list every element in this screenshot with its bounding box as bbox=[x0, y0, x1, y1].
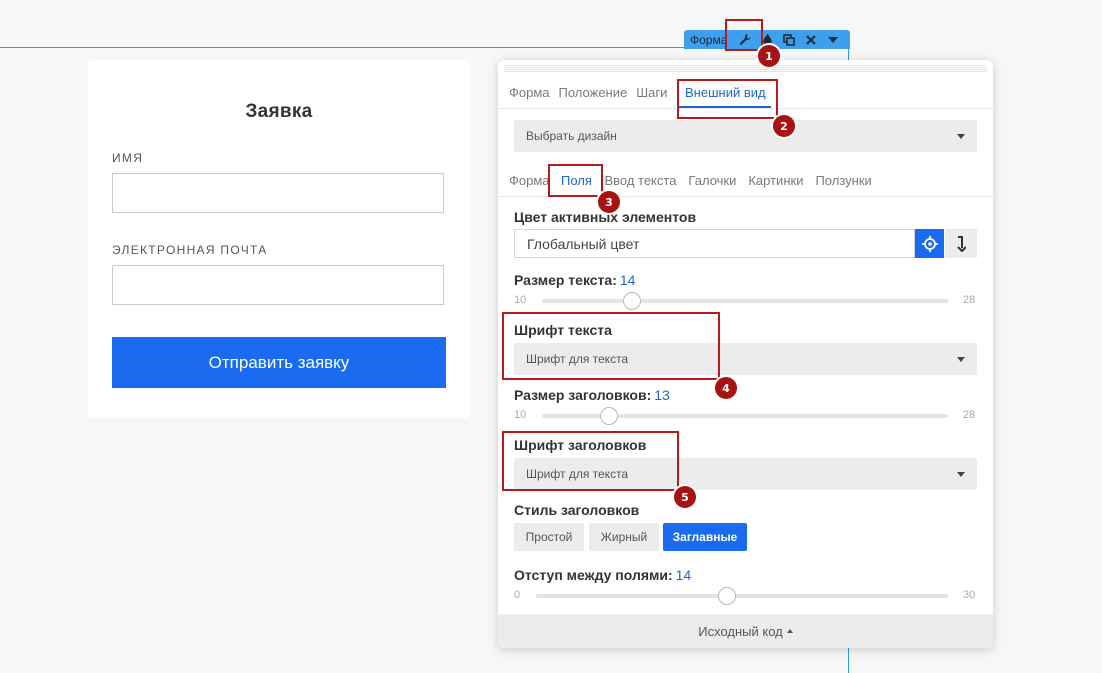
field-gap-value: 14 bbox=[675, 567, 692, 583]
text-font-value: Шрифт для текста bbox=[526, 352, 629, 366]
subtab-images[interactable]: Картинки bbox=[748, 173, 803, 188]
heading-font-select[interactable]: Шрифт для текста bbox=[514, 458, 977, 490]
text-size-slider-track[interactable] bbox=[542, 299, 948, 303]
subtab-fields[interactable]: Поля bbox=[561, 173, 592, 188]
text-size-label: Размер текста: 14 bbox=[514, 272, 636, 288]
heading-size-value: 13 bbox=[654, 387, 670, 403]
toolbar-label[interactable]: Форма bbox=[684, 33, 734, 47]
copy-icon[interactable] bbox=[778, 30, 800, 49]
subtab-checkboxes[interactable]: Галочки bbox=[688, 173, 736, 188]
name-input[interactable] bbox=[112, 173, 444, 213]
form-card: Заявка ИМЯ ЭЛЕКТРОННАЯ ПОЧТА Отправить з… bbox=[88, 60, 470, 418]
text-font-select[interactable]: Шрифт для текста bbox=[514, 343, 977, 375]
heading-font-value: Шрифт для текста bbox=[526, 467, 629, 481]
crosshair-icon bbox=[921, 235, 938, 252]
color-picker-button[interactable] bbox=[915, 229, 944, 258]
subtab-sliders[interactable]: Ползунки bbox=[815, 173, 871, 188]
heading-size-max: 28 bbox=[963, 409, 976, 421]
annotation-badge: 4 bbox=[715, 377, 737, 399]
submit-button[interactable]: Отправить заявку bbox=[112, 337, 446, 388]
divider bbox=[498, 196, 993, 197]
annotation-badge: 3 bbox=[598, 191, 620, 213]
wrench-icon[interactable] bbox=[734, 30, 756, 49]
heading-font-label: Шрифт заголовков bbox=[514, 437, 647, 453]
tab-form[interactable]: Форма bbox=[509, 85, 550, 100]
heading-style-plain[interactable]: Простой bbox=[514, 523, 584, 551]
caret-up-icon bbox=[786, 628, 793, 633]
main-tabs: Форма Положение Шаги bbox=[509, 85, 676, 100]
text-font-label: Шрифт текста bbox=[514, 322, 612, 338]
design-select[interactable]: Выбрать дизайн bbox=[514, 120, 977, 152]
heading-style-label: Стиль заголовков bbox=[514, 502, 640, 518]
close-icon[interactable] bbox=[800, 30, 822, 49]
field-gap-slider-thumb[interactable] bbox=[718, 587, 736, 605]
tab-position[interactable]: Положение bbox=[559, 85, 628, 100]
name-label: ИМЯ bbox=[112, 151, 144, 165]
subtab-form[interactable]: Форма bbox=[509, 173, 550, 188]
caret-down-icon bbox=[957, 472, 965, 477]
annotation-badge: 2 bbox=[773, 115, 795, 137]
form-title: Заявка bbox=[245, 101, 313, 122]
caret-down-icon bbox=[957, 357, 965, 362]
drag-handle[interactable] bbox=[504, 64, 987, 73]
caret-down-icon bbox=[957, 134, 965, 139]
active-color-value: Глобальный цвет bbox=[527, 235, 640, 252]
tab-appearance[interactable]: Внешний вид bbox=[685, 85, 766, 100]
text-size-min: 10 bbox=[514, 294, 527, 306]
field-gap-max: 30 bbox=[963, 589, 976, 601]
chevron-down-icon[interactable] bbox=[822, 30, 844, 49]
heading-style-uppercase[interactable]: Заглавные bbox=[663, 523, 747, 551]
annotation-badge: 1 bbox=[758, 45, 780, 67]
source-code-toggle[interactable]: Исходный код bbox=[498, 614, 993, 648]
heading-size-min: 10 bbox=[514, 409, 527, 421]
field-gap-label: Отступ между полями: 14 bbox=[514, 567, 692, 583]
field-gap-slider-track[interactable] bbox=[536, 594, 948, 598]
divider bbox=[498, 108, 993, 109]
heading-style-bold[interactable]: Жирный bbox=[589, 523, 659, 551]
email-label: ЭЛЕКТРОННАЯ ПОЧТА bbox=[112, 243, 268, 257]
field-gap-min: 0 bbox=[514, 589, 521, 601]
subtab-text-input[interactable]: Ввод текста bbox=[604, 173, 676, 188]
heading-size-slider-thumb[interactable] bbox=[600, 407, 618, 425]
text-size-max: 28 bbox=[963, 294, 976, 306]
arrow-down-icon bbox=[957, 235, 966, 252]
tab-steps[interactable]: Шаги bbox=[636, 85, 667, 100]
active-color-input[interactable]: Глобальный цвет bbox=[514, 229, 915, 258]
reset-color-button[interactable] bbox=[945, 229, 977, 258]
source-code-label: Исходный код bbox=[698, 623, 783, 639]
settings-panel: Форма Положение Шаги Внешний вид Выбрать… bbox=[498, 60, 993, 648]
email-input[interactable] bbox=[112, 265, 444, 305]
annotation-badge: 5 bbox=[674, 486, 696, 508]
text-size-value: 14 bbox=[619, 272, 636, 288]
heading-size-label: Размер заголовков: 13 bbox=[514, 387, 670, 403]
guide-line bbox=[848, 648, 849, 673]
design-select-value: Выбрать дизайн bbox=[526, 129, 617, 143]
text-size-slider-thumb[interactable] bbox=[623, 292, 641, 310]
